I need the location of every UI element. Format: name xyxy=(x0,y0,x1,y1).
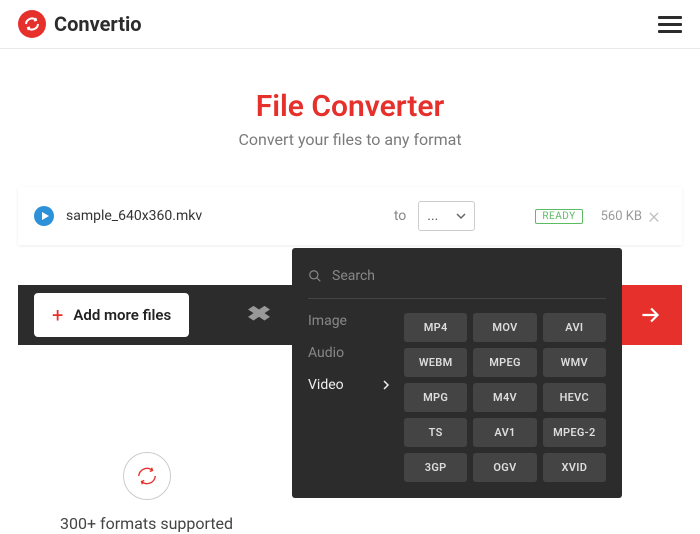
format-option[interactable]: WMV xyxy=(543,348,606,377)
dropbox-button[interactable] xyxy=(229,304,289,326)
file-row: sample_640x360.mkv to ... READY 560 KB × xyxy=(18,187,682,245)
category-image[interactable]: Image xyxy=(308,313,390,329)
refresh-icon xyxy=(123,452,171,500)
format-option[interactable]: TS xyxy=(404,418,467,447)
logo-text: Convertio xyxy=(54,12,142,36)
hamburger-menu-button[interactable] xyxy=(658,12,682,37)
remove-file-button[interactable]: × xyxy=(642,204,666,228)
format-option[interactable]: AVI xyxy=(543,313,606,342)
arrow-right-icon xyxy=(637,302,663,328)
format-option[interactable]: MPG xyxy=(404,383,467,412)
logo-icon xyxy=(18,10,46,38)
format-option[interactable]: MP4 xyxy=(404,313,467,342)
search-icon xyxy=(308,269,322,283)
plus-icon: + xyxy=(52,303,63,327)
category-video[interactable]: Video xyxy=(308,377,390,393)
format-option[interactable]: MPEG xyxy=(473,348,536,377)
add-more-files-button[interactable]: + Add more files xyxy=(34,293,189,337)
chevron-down-icon xyxy=(456,211,466,221)
format-grid: MP4 MOV AVI WEBM MPEG WMV MPG M4V HEVC T… xyxy=(404,313,606,482)
format-option[interactable]: OGV xyxy=(473,453,536,482)
page-subtitle: Convert your files to any format xyxy=(18,130,682,149)
logo[interactable]: Convertio xyxy=(18,10,142,38)
format-option[interactable]: MPEG-2 xyxy=(543,418,606,447)
feature-text: 300+ formats supported xyxy=(60,514,233,533)
format-option[interactable]: AV1 xyxy=(473,418,536,447)
format-option[interactable]: MOV xyxy=(473,313,536,342)
feature-formats: 300+ formats supported xyxy=(60,452,233,533)
status-badge: READY xyxy=(535,209,582,224)
page-title: File Converter xyxy=(18,89,682,124)
add-more-label: Add more files xyxy=(73,306,171,324)
format-option[interactable]: 3GP xyxy=(404,453,467,482)
format-option[interactable]: HEVC xyxy=(543,383,606,412)
file-size: 560 KB xyxy=(601,209,642,224)
play-icon[interactable] xyxy=(34,206,54,226)
to-label: to xyxy=(394,208,406,224)
format-option[interactable]: WEBM xyxy=(404,348,467,377)
format-select[interactable]: ... xyxy=(418,201,475,231)
format-value: ... xyxy=(427,208,438,224)
format-dropdown: Search Image Audio Video MP4 MOV AVI WEB… xyxy=(292,248,622,498)
format-option[interactable]: XVID xyxy=(543,453,606,482)
category-audio[interactable]: Audio xyxy=(308,345,390,361)
format-option[interactable]: M4V xyxy=(473,383,536,412)
chevron-right-icon xyxy=(382,380,390,390)
search-placeholder: Search xyxy=(332,268,375,284)
file-name: sample_640x360.mkv xyxy=(66,208,382,224)
convert-button[interactable] xyxy=(618,285,682,345)
format-search-input[interactable]: Search xyxy=(308,264,606,299)
